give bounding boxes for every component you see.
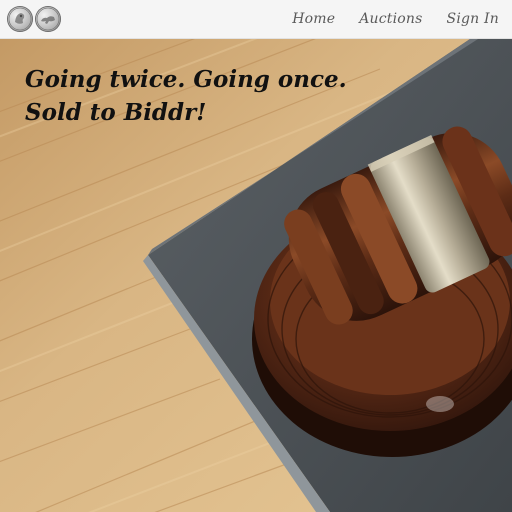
coin-icon: [7, 6, 33, 32]
tagline-line-1: Going twice. Going once.: [25, 66, 347, 93]
page: Home Auctions Sign In Going twice. Going…: [0, 0, 512, 512]
nav-link-auctions[interactable]: Auctions: [359, 11, 422, 27]
nav-link-sign-in[interactable]: Sign In: [447, 11, 499, 27]
nav-link-home[interactable]: Home: [292, 11, 335, 27]
navbar: Home Auctions Sign In: [0, 0, 512, 39]
coin-icon: [35, 6, 61, 32]
tagline-line-2: Sold to Biddr!: [25, 99, 207, 126]
hero-banner: Going twice. Going once. Sold to Biddr!: [0, 39, 512, 512]
nav-menu: Home Auctions Sign In: [268, 11, 499, 27]
coins-logo-icon[interactable]: [7, 6, 63, 32]
hero-tagline: Going twice. Going once. Sold to Biddr!: [25, 63, 405, 129]
